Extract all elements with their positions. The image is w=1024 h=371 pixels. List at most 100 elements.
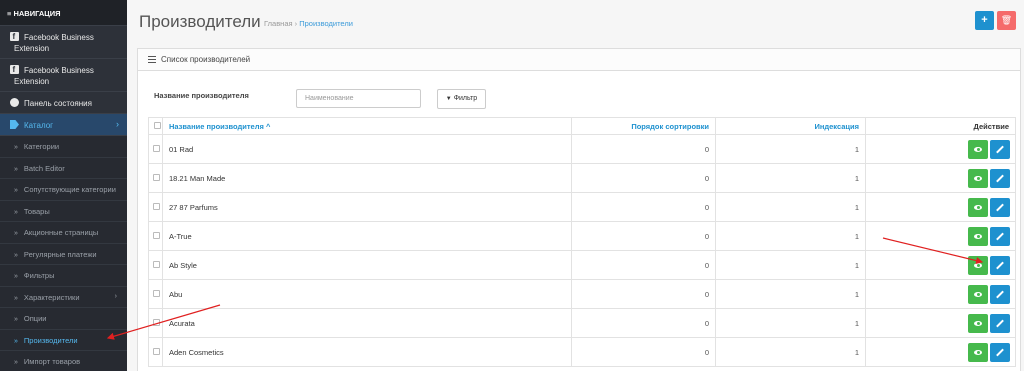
double-chevron-icon: » bbox=[14, 187, 18, 194]
indexing-cell: 1 bbox=[715, 221, 866, 251]
action-cell bbox=[865, 250, 1016, 280]
eye-icon bbox=[974, 175, 982, 181]
action-cell bbox=[865, 337, 1016, 367]
sort-order-cell: 0 bbox=[571, 337, 716, 367]
edit-button[interactable] bbox=[990, 255, 1010, 275]
column-header-name[interactable]: Название производителя ^ bbox=[162, 117, 572, 135]
eye-icon bbox=[974, 233, 982, 239]
edit-button[interactable] bbox=[990, 139, 1010, 159]
table-header-row: Название производителя ^ Порядок сортиро… bbox=[148, 117, 1016, 135]
row-checkbox[interactable] bbox=[153, 347, 160, 355]
fb2-line2: Extension bbox=[14, 77, 50, 86]
sidebar-subitem-manufacturers[interactable]: » Производители bbox=[0, 329, 127, 351]
double-chevron-icon: » bbox=[14, 230, 18, 237]
sort-order-cell: 0 bbox=[571, 250, 716, 280]
sidebar-subitem-recurring[interactable]: » Регулярные платежи bbox=[0, 243, 127, 265]
manufacturer-name-cell: 18.21 Man Made bbox=[162, 163, 572, 193]
sidebar-item-facebook-2[interactable]: Facebook Business Extension bbox=[0, 59, 127, 92]
edit-button[interactable] bbox=[990, 226, 1010, 246]
table-row: Aden Cosmetics 0 1 bbox=[148, 337, 1016, 367]
sidebar-subitem-filters[interactable]: » Фильтры bbox=[0, 265, 127, 287]
filter-button-label: Фильтр bbox=[453, 95, 478, 102]
sidebar-subitem-promo-pages[interactable]: » Акционные страницы bbox=[0, 222, 127, 244]
sidebar-subitem-options[interactable]: » Опции bbox=[0, 308, 127, 330]
sidebar-subitem-categories[interactable]: » Категории bbox=[0, 136, 127, 158]
subitem-label: Товары bbox=[23, 206, 50, 216]
subitem-label: Акционные страницы bbox=[23, 228, 99, 237]
row-select-cell bbox=[148, 134, 163, 164]
delete-button[interactable]: 🗑 bbox=[997, 11, 1016, 30]
view-button[interactable] bbox=[968, 226, 988, 246]
table-row: Acurata 0 1 bbox=[148, 308, 1016, 338]
row-checkbox[interactable] bbox=[153, 173, 160, 181]
pencil-icon bbox=[996, 261, 1004, 269]
add-button[interactable]: + bbox=[975, 11, 994, 30]
pencil-icon bbox=[996, 174, 1004, 182]
view-button[interactable] bbox=[968, 284, 988, 304]
filter-button[interactable]: ▼ Фильтр bbox=[437, 89, 486, 109]
filter-label: Название производителя bbox=[154, 91, 249, 100]
sidebar-item-facebook-1[interactable]: Facebook Business Extension bbox=[0, 26, 127, 59]
breadcrumb-home[interactable]: Главная bbox=[264, 19, 293, 28]
view-button[interactable] bbox=[968, 197, 988, 217]
row-select-cell bbox=[148, 250, 163, 280]
column-header-sort-order[interactable]: Порядок сортировки bbox=[571, 117, 716, 135]
pencil-icon bbox=[996, 319, 1004, 327]
row-checkbox[interactable] bbox=[153, 231, 160, 239]
pencil-icon bbox=[996, 145, 1004, 153]
view-button[interactable] bbox=[968, 255, 988, 275]
view-button[interactable] bbox=[968, 139, 988, 159]
subitem-label: Характеристики bbox=[23, 292, 80, 302]
view-button[interactable] bbox=[968, 313, 988, 333]
sidebar-subitem-import[interactable]: » Импорт товаров bbox=[0, 351, 127, 371]
breadcrumb-current[interactable]: Производители bbox=[299, 19, 353, 28]
action-cell bbox=[865, 221, 1016, 251]
row-checkbox[interactable] bbox=[153, 202, 160, 210]
edit-button[interactable] bbox=[990, 197, 1010, 217]
manufacturer-name-cell: A-True bbox=[162, 221, 572, 251]
column-header-indexing[interactable]: Индексация bbox=[715, 117, 866, 135]
plus-icon: + bbox=[981, 14, 988, 26]
dashboard-label: Панель состояния bbox=[24, 99, 92, 108]
edit-button[interactable] bbox=[990, 342, 1010, 362]
row-checkbox[interactable] bbox=[153, 289, 160, 297]
sidebar-subitem-related-categories[interactable]: » Сопутствующие категории bbox=[0, 179, 127, 201]
breadcrumb-separator: › bbox=[294, 19, 298, 28]
row-select-cell bbox=[148, 221, 163, 251]
double-chevron-icon: » bbox=[14, 251, 18, 259]
manufacturer-table: Название производителя ^ Порядок сортиро… bbox=[148, 117, 1016, 367]
row-checkbox[interactable] bbox=[153, 260, 160, 268]
subitem-label: Категории bbox=[23, 142, 60, 151]
edit-button[interactable] bbox=[990, 168, 1010, 188]
view-button[interactable] bbox=[968, 168, 988, 188]
manufacturer-list-panel: Список производителей Название производи… bbox=[137, 48, 1021, 371]
double-chevron-icon: » bbox=[14, 165, 18, 173]
view-button[interactable] bbox=[968, 342, 988, 362]
panel-title: Список производителей bbox=[161, 55, 251, 64]
select-all-checkbox[interactable] bbox=[154, 121, 161, 129]
indexing-cell: 1 bbox=[715, 163, 866, 193]
sidebar-subitem-attributes[interactable]: » Характеристики › bbox=[0, 286, 127, 308]
manufacturer-name-cell: 27 87 Parfums bbox=[162, 192, 572, 222]
row-select-cell bbox=[148, 192, 163, 222]
sidebar-item-catalog[interactable]: Каталог › bbox=[0, 114, 127, 136]
manufacturer-name-cell: Acurata bbox=[162, 308, 572, 338]
row-checkbox[interactable] bbox=[153, 144, 160, 152]
sidebar-subitem-products[interactable]: » Товары bbox=[0, 200, 127, 222]
edit-button[interactable] bbox=[990, 313, 1010, 333]
subitem-label: Сопутствующие категории bbox=[23, 185, 116, 194]
table-row: 01 Rad 0 1 bbox=[148, 134, 1016, 164]
subitem-label: Импорт товаров bbox=[23, 357, 81, 366]
edit-button[interactable] bbox=[990, 284, 1010, 304]
row-select-cell bbox=[148, 308, 163, 338]
double-chevron-icon: » bbox=[14, 316, 18, 323]
manufacturer-name-input[interactable]: Наименование bbox=[296, 89, 421, 108]
row-checkbox[interactable] bbox=[153, 318, 160, 326]
sidebar-item-dashboard[interactable]: Панель состояния bbox=[0, 92, 127, 114]
double-chevron-icon: » bbox=[14, 294, 18, 302]
fb1-line2: Extension bbox=[14, 44, 50, 53]
indexing-cell: 1 bbox=[715, 337, 866, 367]
sidebar-subitem-batch-editor[interactable]: » Batch Editor bbox=[0, 157, 127, 179]
fb1-line1: Facebook Business bbox=[24, 33, 94, 42]
table-row: Ab Style 0 1 bbox=[148, 250, 1016, 280]
